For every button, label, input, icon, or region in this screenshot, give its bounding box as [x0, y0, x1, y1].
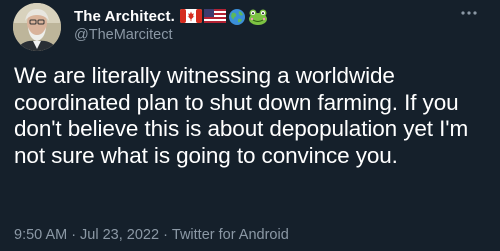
frog-icon [248, 8, 268, 25]
more-horizontal-icon [460, 10, 478, 16]
tweet-source[interactable]: Twitter for Android [172, 227, 289, 243]
avatar[interactable] [13, 3, 61, 51]
separator: · [163, 227, 168, 243]
us-flag-icon [203, 8, 226, 24]
tweet-time[interactable]: 9:50 AM [14, 227, 67, 243]
author-name-row: The Architect. [74, 6, 268, 26]
tweet-text: We are literally witnessing a worldwide … [14, 63, 475, 168]
globe-icon [228, 8, 246, 25]
author-handle[interactable]: @TheMarcitect [74, 27, 173, 43]
tweet-metadata: 9:50 AM · Jul 23, 2022 · Twitter for Android [14, 227, 289, 243]
more-options-button[interactable] [458, 4, 480, 22]
separator: · [71, 227, 77, 243]
display-name[interactable]: The Architect. [74, 8, 175, 25]
tweet-date[interactable]: Jul 23, 2022 [80, 227, 159, 243]
canada-flag-icon [179, 8, 202, 24]
